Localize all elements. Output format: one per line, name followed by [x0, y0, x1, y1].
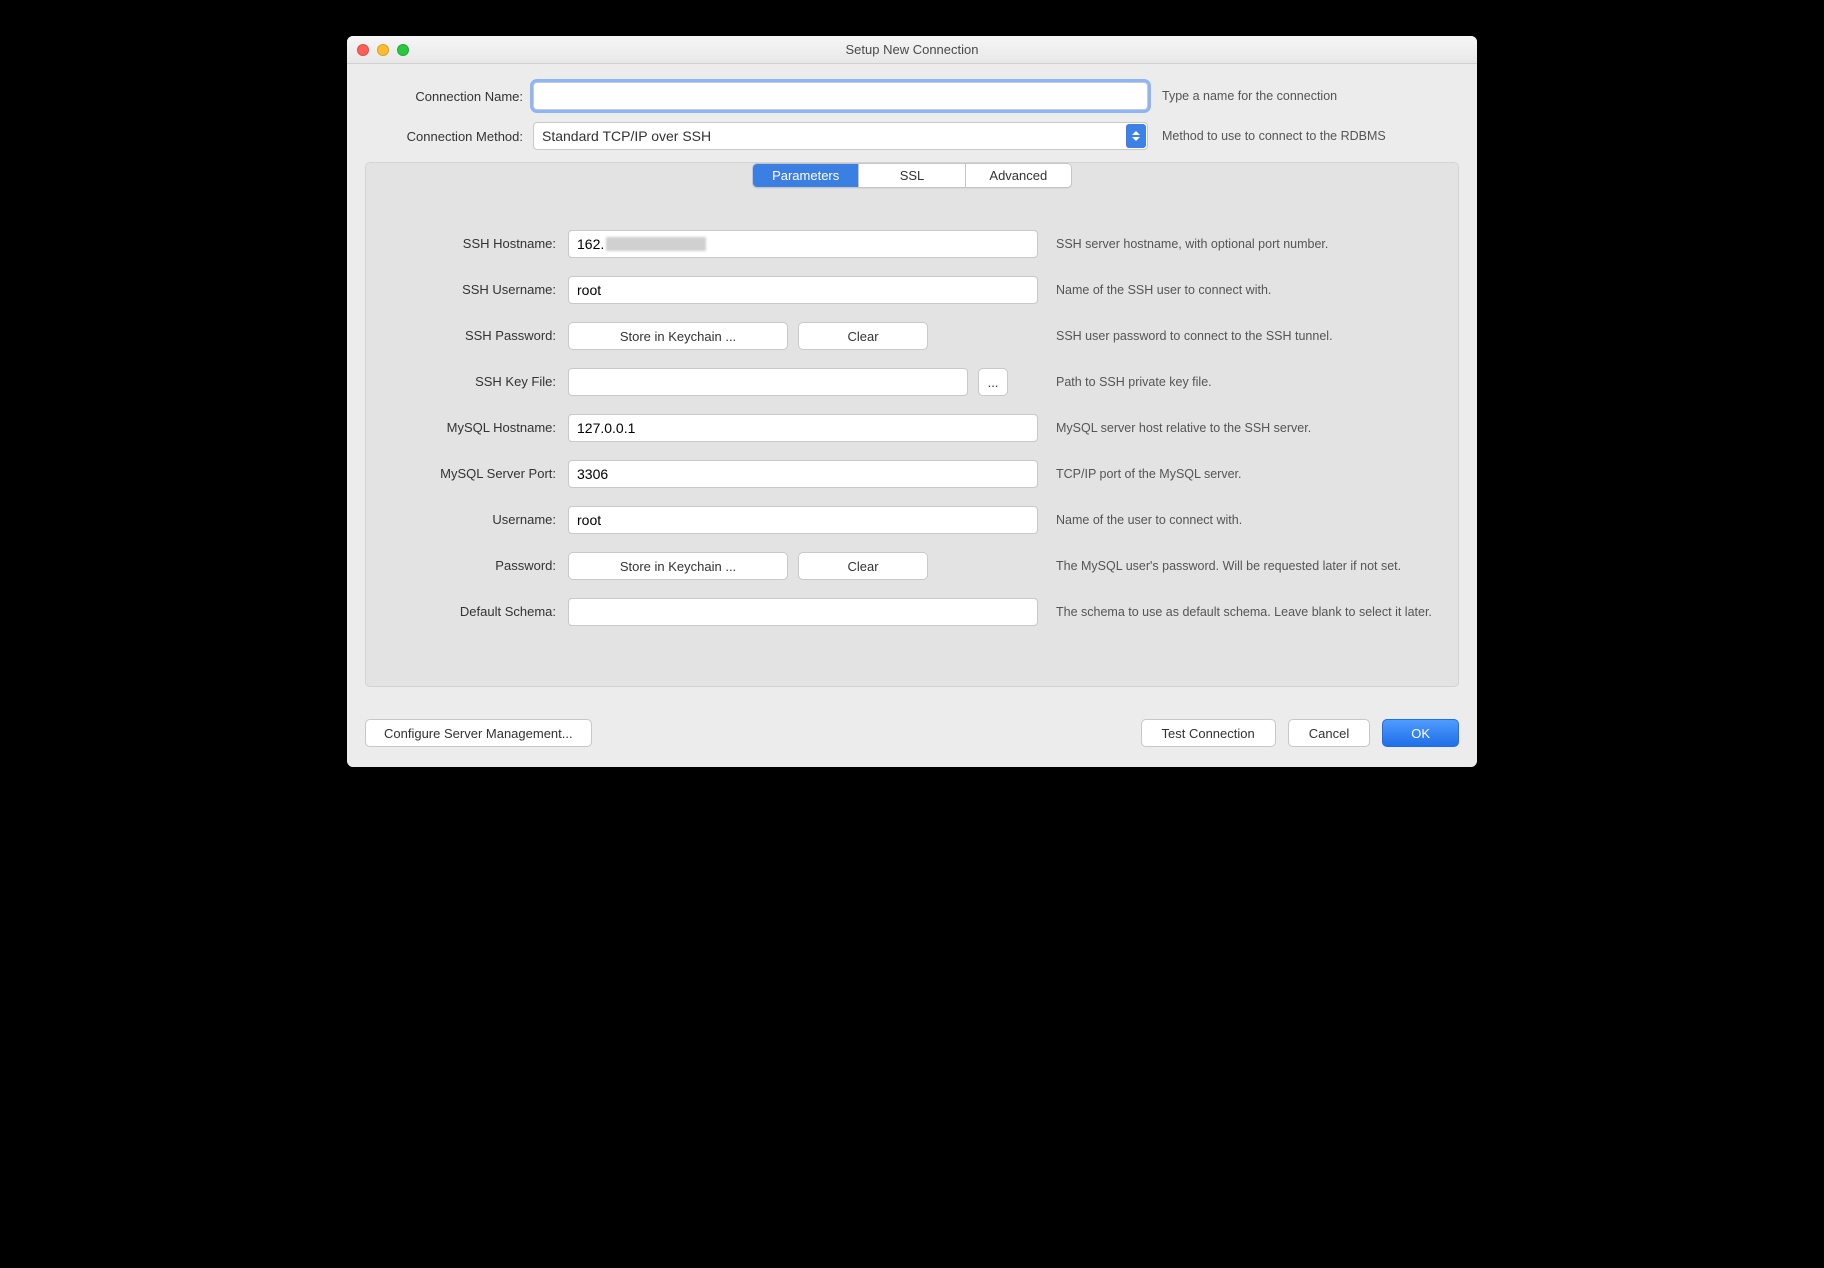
dialog-footer: Configure Server Management... Test Conn…	[347, 687, 1477, 767]
connection-name-label: Connection Name:	[365, 89, 533, 104]
ssh-password-clear-button[interactable]: Clear	[798, 322, 928, 350]
ssh-keyfile-input[interactable]	[568, 368, 968, 396]
ssh-username-label: SSH Username:	[388, 276, 568, 297]
default-schema-input[interactable]	[568, 598, 1038, 626]
tab-bar: Parameters SSL Advanced	[752, 163, 1072, 188]
connection-method-select[interactable]: Standard TCP/IP over SSH	[533, 122, 1148, 150]
ssh-hostname-input[interactable]: 162.	[568, 230, 1038, 258]
ssh-hostname-value: 162.	[577, 236, 604, 252]
close-icon[interactable]	[357, 44, 369, 56]
parameters-panel: Parameters SSL Advanced SSH Hostname: 16…	[365, 162, 1459, 687]
titlebar: Setup New Connection	[347, 36, 1477, 64]
mysql-hostname-label: MySQL Hostname:	[388, 414, 568, 435]
setup-connection-window: Setup New Connection Connection Name: Ty…	[347, 36, 1477, 767]
connection-method-label: Connection Method:	[365, 129, 533, 144]
ssh-keyfile-hint: Path to SSH private key file.	[1038, 368, 1436, 391]
configure-server-button[interactable]: Configure Server Management...	[365, 719, 592, 747]
mysql-port-hint: TCP/IP port of the MySQL server.	[1038, 460, 1436, 483]
password-hint: The MySQL user's password. Will be reque…	[1038, 552, 1436, 575]
ssh-password-hint: SSH user password to connect to the SSH …	[1038, 322, 1436, 345]
username-input[interactable]	[568, 506, 1038, 534]
mysql-port-label: MySQL Server Port:	[388, 460, 568, 481]
ssh-password-store-button[interactable]: Store in Keychain ...	[568, 322, 788, 350]
tab-parameters[interactable]: Parameters	[753, 164, 859, 187]
username-label: Username:	[388, 506, 568, 527]
connection-name-input[interactable]	[533, 82, 1148, 110]
mysql-hostname-input[interactable]	[568, 414, 1038, 442]
minimize-icon[interactable]	[377, 44, 389, 56]
connection-method-value: Standard TCP/IP over SSH	[542, 128, 711, 144]
window-title: Setup New Connection	[347, 42, 1477, 57]
chevron-updown-icon	[1126, 124, 1146, 148]
password-clear-button[interactable]: Clear	[798, 552, 928, 580]
ssh-keyfile-label: SSH Key File:	[388, 368, 568, 389]
ok-button[interactable]: OK	[1382, 719, 1459, 747]
default-schema-label: Default Schema:	[388, 598, 568, 619]
default-schema-hint: The schema to use as default schema. Lea…	[1038, 598, 1436, 621]
ssh-hostname-hint: SSH server hostname, with optional port …	[1038, 230, 1436, 253]
cancel-button[interactable]: Cancel	[1288, 719, 1370, 747]
zoom-icon[interactable]	[397, 44, 409, 56]
ssh-username-input[interactable]	[568, 276, 1038, 304]
ssh-username-hint: Name of the SSH user to connect with.	[1038, 276, 1436, 299]
connection-name-hint: Type a name for the connection	[1148, 89, 1459, 103]
mysql-port-input[interactable]	[568, 460, 1038, 488]
password-label: Password:	[388, 552, 568, 573]
traffic-lights	[357, 44, 409, 56]
username-hint: Name of the user to connect with.	[1038, 506, 1436, 529]
tab-ssl[interactable]: SSL	[859, 164, 965, 187]
tab-advanced[interactable]: Advanced	[966, 164, 1071, 187]
mysql-hostname-hint: MySQL server host relative to the SSH se…	[1038, 414, 1436, 437]
connection-method-hint: Method to use to connect to the RDBMS	[1148, 129, 1459, 143]
test-connection-button[interactable]: Test Connection	[1141, 719, 1276, 747]
ssh-password-label: SSH Password:	[388, 322, 568, 343]
password-store-button[interactable]: Store in Keychain ...	[568, 552, 788, 580]
ssh-hostname-label: SSH Hostname:	[388, 230, 568, 251]
redacted-text	[606, 237, 706, 251]
ssh-keyfile-browse-button[interactable]: ...	[978, 368, 1008, 396]
